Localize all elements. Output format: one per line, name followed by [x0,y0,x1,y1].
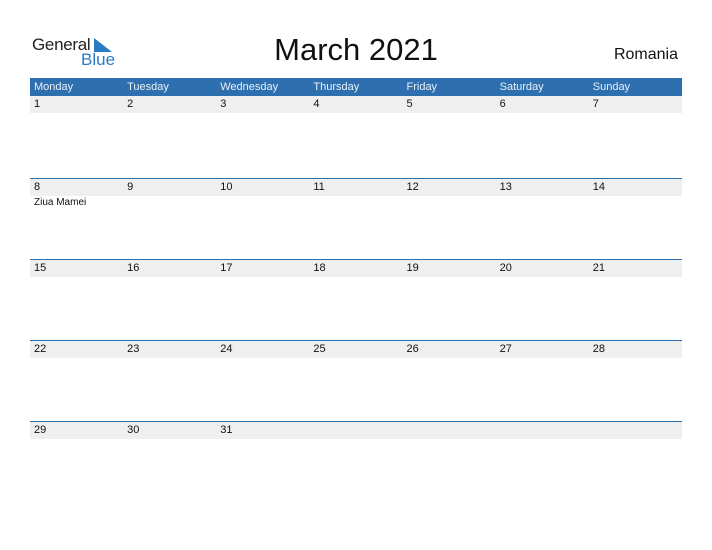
holiday-event [309,439,402,440]
day-number: 21 [592,262,605,274]
day-number: 4 [313,98,320,110]
holiday-event [496,358,589,359]
day-number: 23 [127,343,140,355]
date-strip: 22 23 24 25 26 27 28 [30,341,682,358]
day-number: 30 [127,424,140,436]
holiday-event [30,358,123,359]
holiday-event [403,113,496,114]
weekday-header: Sunday [592,81,631,93]
holiday-event [403,196,496,208]
holiday-event [123,358,216,359]
holiday-event [123,113,216,114]
day-number: 8 [34,181,41,193]
holiday-event [403,358,496,359]
week-row: 8 9 10 11 12 13 14 Ziua Mamei [30,178,682,259]
day-number: 31 [220,424,233,436]
weekday-header: Tuesday [127,81,169,93]
day-number: 11 [313,181,325,193]
holiday-event [216,439,309,440]
holiday-event [30,277,123,278]
day-number: 13 [499,181,512,193]
day-number: 28 [592,343,605,355]
day-number: 10 [220,181,233,193]
day-number [403,422,496,439]
events-strip [30,439,682,440]
day-number: 12 [406,181,419,193]
day-number: 29 [34,424,47,436]
events-strip [30,358,682,359]
holiday-event [589,277,682,278]
week-row: 1 2 3 4 5 6 7 [30,96,682,178]
day-number: 5 [406,98,413,110]
holiday-event [589,439,682,440]
day-number: 1 [34,98,41,110]
holiday-event [496,113,589,114]
day-number [496,422,589,439]
day-number: 6 [499,98,506,110]
week-row: 29 30 31 [30,421,682,502]
holiday-event [496,439,589,440]
day-number: 25 [313,343,326,355]
day-number: 7 [592,98,599,110]
holiday-event [30,439,123,440]
weekday-header: Saturday [499,81,544,93]
holiday-event [496,196,589,208]
day-number: 27 [499,343,512,355]
day-number: 2 [127,98,134,110]
day-number: 3 [220,98,227,110]
holiday-event: Ziua Mamei [34,197,87,208]
day-number: 19 [406,262,419,274]
holiday-event [403,277,496,278]
weekday-header: Friday [406,81,438,93]
date-strip: 29 30 31 [30,422,682,439]
events-strip [30,277,682,278]
weekday-header-row: Monday Tuesday Wednesday Thursday Friday… [30,78,682,96]
holiday-event [309,277,402,278]
calendar-title: March 2021 [274,32,438,67]
holiday-event [309,196,402,208]
holiday-event [216,113,309,114]
day-number: 17 [220,262,233,274]
day-number: 9 [127,181,134,193]
holiday-event [30,113,123,114]
day-number: 15 [34,262,47,274]
day-number: 24 [220,343,233,355]
date-strip: 1 2 3 4 5 6 7 [30,96,682,113]
holiday-event [123,196,216,208]
holiday-event [123,277,216,278]
day-number: 14 [592,181,605,193]
holiday-event [216,358,309,359]
date-strip: 15 16 17 18 19 20 21 [30,260,682,277]
holiday-event [403,439,496,440]
events-strip [30,113,682,114]
day-number [309,422,402,439]
day-number [589,422,682,439]
holiday-event [589,196,682,208]
holiday-event [589,113,682,114]
weekday-header: Thursday [313,81,360,93]
holiday-event [216,277,309,278]
country-label: Romania [613,46,678,63]
holiday-event [309,113,402,114]
holiday-event [309,358,402,359]
day-number: 16 [127,262,140,274]
holiday-event [123,439,216,440]
holiday-event [496,277,589,278]
day-number: 18 [313,262,326,274]
day-number: 22 [34,343,47,355]
day-number: 20 [499,262,512,274]
week-row: 22 23 24 25 26 27 28 [30,340,682,421]
weekday-header: Wednesday [220,81,279,93]
holiday-event [589,358,682,359]
week-row: 15 16 17 18 19 20 21 [30,259,682,340]
day-number: 26 [406,343,419,355]
calendar-grid: Monday Tuesday Wednesday Thursday Friday… [30,78,682,502]
date-strip: 8 9 10 11 12 13 14 [30,179,682,196]
holiday-event [216,196,309,208]
weekday-header: Monday [34,81,74,93]
events-strip: Ziua Mamei [30,196,682,208]
